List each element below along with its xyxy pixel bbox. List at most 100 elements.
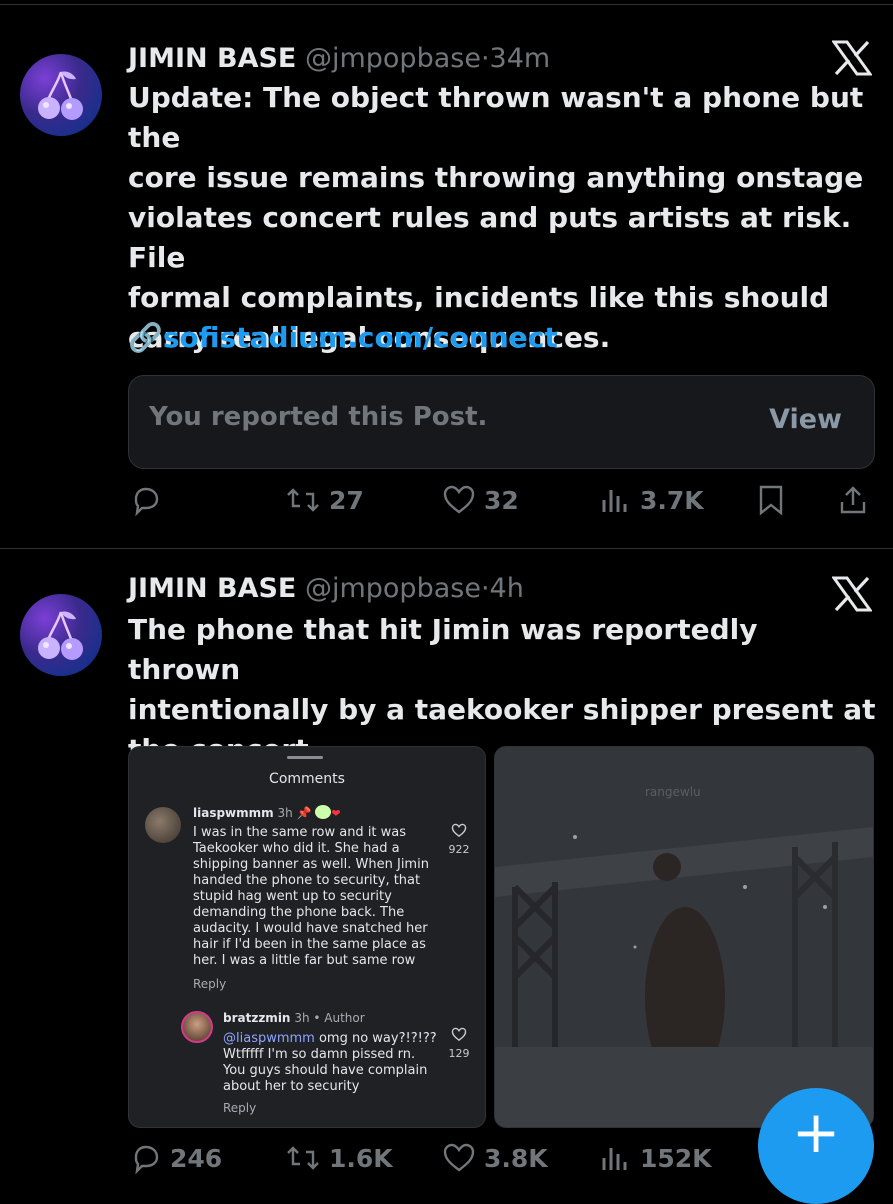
comment-user: liaspwmmm: [193, 806, 274, 820]
views-icon: [602, 1148, 627, 1170]
repost-button[interactable]: 27: [285, 484, 364, 516]
reported-message: You reported this Post.: [149, 402, 488, 432]
comment-line: demanding the phone back. The: [193, 905, 405, 920]
comment-line: You guys should have complain: [223, 1063, 428, 1078]
comment-heart-icon: [451, 1027, 467, 1042]
comment-line: Wtfffff I'm so damn pissed rn.: [223, 1047, 416, 1062]
author-handle[interactable]: @jmpopbase: [305, 43, 481, 74]
repost-icon: [287, 488, 319, 512]
compose-button[interactable]: +: [758, 1088, 874, 1204]
commenter-avatar: [145, 807, 181, 843]
views-icon: [602, 490, 627, 512]
like-button[interactable]: 32: [442, 484, 519, 516]
post-header: JIMIN BASE @jmpopbase·34m: [128, 42, 550, 76]
media-image-comments[interactable]: Comments liaspwmmm 3h 📌 ❤ I was in the s…: [128, 746, 486, 1128]
pin-icon: 📌: [296, 806, 312, 820]
bookmark-button[interactable]: [757, 484, 785, 516]
post-divider: [0, 548, 893, 549]
repost-icon: [287, 1146, 319, 1170]
avatar[interactable]: [20, 54, 102, 136]
reply-button[interactable]: 246: [130, 1142, 222, 1174]
post-text-line: formal complaints, incidents like this s…: [128, 281, 830, 314]
avatar[interactable]: [20, 594, 102, 676]
share-button[interactable]: [838, 484, 868, 516]
reported-notice: You reported this Post. View: [128, 375, 875, 469]
reply-count: 246: [170, 1143, 223, 1173]
comment-like-count: 129: [448, 1047, 470, 1060]
share-icon: [840, 486, 866, 514]
stage-scene: [495, 747, 873, 1127]
comment-line: audacity. I would have snatched her: [193, 921, 428, 936]
heart-icon: [443, 485, 475, 514]
author-handle[interactable]: @jmpopbase: [305, 573, 481, 604]
x-logo-icon: [832, 40, 872, 76]
cherry-icon: [38, 71, 83, 120]
comment-line: @liaspwmmm omg no way?!?!??: [223, 1031, 443, 1047]
reply-icon: [134, 487, 159, 516]
comment-line: Taekooker who did it. She had a: [193, 841, 400, 856]
author-tag: • Author: [313, 1011, 365, 1025]
post-text-line: Update: The object thrown wasn't a phone…: [128, 81, 864, 154]
comment-header: bratzzmin 3h • Author: [223, 1011, 365, 1025]
comment-body: I was in the same row and it was Taekook…: [193, 825, 433, 969]
heart-icon: [443, 1143, 475, 1172]
repost-count: 27: [329, 485, 364, 515]
like-count: 32: [484, 485, 519, 515]
post-text-line: The phone that hit Jimin was reportedly …: [128, 613, 758, 686]
comment-line: about her to security: [223, 1079, 360, 1094]
author-name[interactable]: JIMIN BASE: [128, 573, 296, 604]
views-count: 152K: [640, 1143, 712, 1173]
comment-line: hair if I'd been in the same place as: [193, 937, 426, 952]
like-count: 3.8K: [484, 1143, 548, 1173]
like-button[interactable]: 3.8K: [442, 1142, 548, 1174]
post-actions: 27 32 3.7K: [0, 484, 893, 524]
reply-button[interactable]: [130, 484, 170, 516]
comment-reply: Reply: [223, 1101, 257, 1115]
comment-line-text: omg no way?!?!??: [314, 1031, 437, 1046]
post-text: Update: The object thrown wasn't a phone…: [128, 78, 878, 358]
reply-icon: [134, 1145, 159, 1174]
video-watermark: rangewlu: [645, 785, 701, 799]
bookmark-icon: [759, 485, 783, 516]
comment-heart-icon: [451, 823, 467, 838]
comment-time: 3h: [277, 806, 293, 820]
separator: ·: [480, 43, 490, 74]
comments-title: Comments: [269, 771, 345, 787]
plus-icon: +: [791, 1098, 841, 1166]
views-count: 3.7K: [640, 485, 704, 515]
comment-line: stupid hag went up to security: [193, 889, 392, 904]
comment-body: @liaspwmmm omg no way?!?!?? Wtfffff I'm …: [223, 1031, 443, 1095]
comment-header: liaspwmmm 3h 📌 ❤: [193, 805, 341, 820]
post-link[interactable]: 🔗sofistadium.com/connect: [128, 318, 558, 358]
comment-line: handed the phone to security, that: [193, 873, 421, 888]
link-icon: 🔗: [128, 321, 163, 354]
comment-user: bratzzmin: [223, 1011, 291, 1025]
media-video-frame[interactable]: rangewlu: [494, 746, 874, 1128]
comment-line: shipping banner as well. When Jimin: [193, 857, 429, 872]
cherry-icon: [38, 611, 83, 660]
post-text-line: intentionally by a taekooker shipper pre…: [128, 693, 876, 726]
views-button[interactable]: 3.7K: [600, 484, 704, 516]
comment-mention: @liaspwmmm: [223, 1031, 315, 1046]
repost-count: 1.6K: [329, 1143, 393, 1173]
liked-by-author-icon: [315, 805, 332, 819]
comment-like-count: 922: [448, 843, 470, 856]
view-button[interactable]: View: [769, 404, 842, 435]
commenter-avatar: [181, 1011, 213, 1043]
comment-reply: Reply: [193, 977, 227, 991]
post-time[interactable]: 4h: [490, 573, 524, 604]
post-text-line: core issue remains throwing anything ons…: [128, 161, 864, 194]
post-header: JIMIN BASE @jmpopbase·4h: [128, 572, 524, 606]
top-divider: [0, 4, 893, 5]
link-text[interactable]: sofistadium.com/connect: [163, 321, 558, 354]
author-name[interactable]: JIMIN BASE: [128, 43, 296, 74]
comment-line: her. I was a little far but same row: [193, 953, 416, 968]
x-logo-icon: [832, 576, 872, 612]
comment-line: I was in the same row and it was: [193, 825, 407, 840]
views-button[interactable]: 152K: [600, 1142, 712, 1174]
repost-button[interactable]: 1.6K: [285, 1142, 393, 1174]
post-time[interactable]: 34m: [490, 43, 551, 74]
comment-time: 3h: [294, 1011, 310, 1025]
small-heart-icon: ❤: [331, 807, 341, 820]
post-text-line: violates concert rules and puts artists …: [128, 201, 852, 274]
